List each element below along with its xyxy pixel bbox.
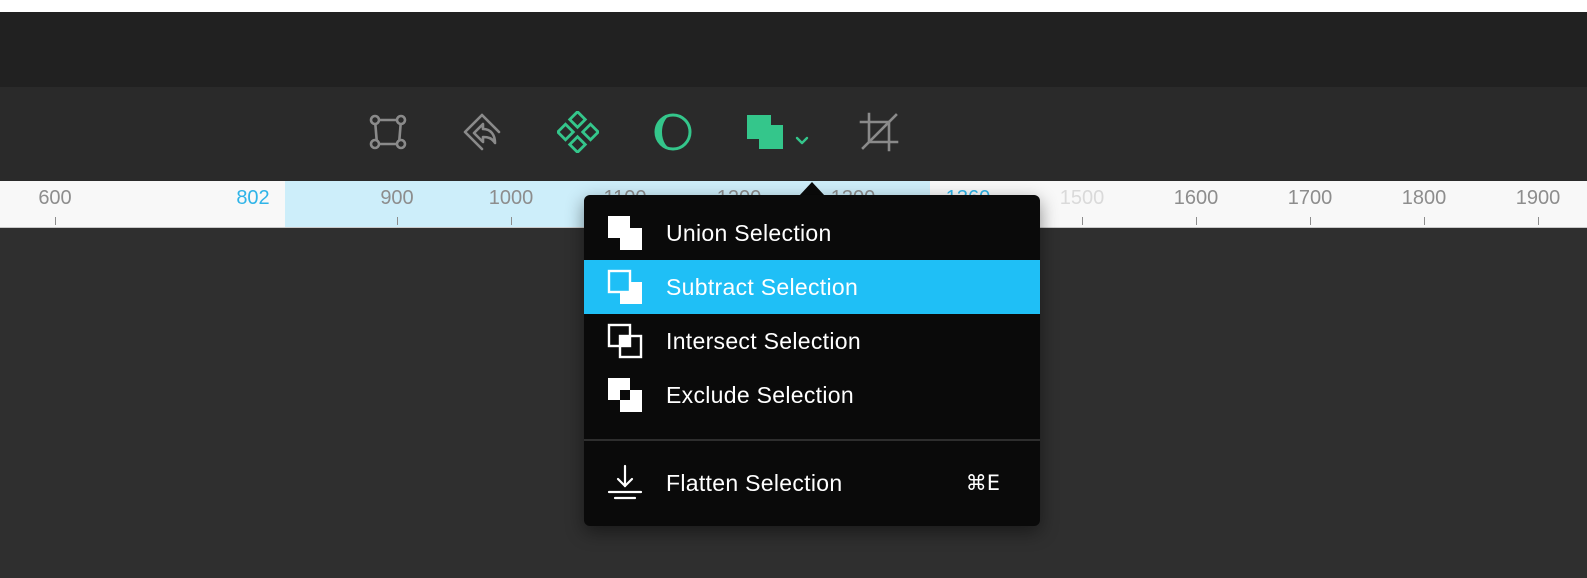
ruler-tick bbox=[1424, 217, 1425, 225]
ruler-label: 1800 bbox=[1401, 187, 1447, 209]
mask-icon bbox=[654, 113, 692, 151]
menu-caret bbox=[799, 182, 825, 196]
exclude-icon bbox=[608, 378, 642, 412]
menu-item-subtract-selection[interactable]: Subtract Selection bbox=[584, 260, 1040, 314]
boolean-operations-menu: Union Selection Subtract Selection Inter… bbox=[584, 195, 1040, 526]
chevron-down-icon[interactable] bbox=[793, 132, 811, 150]
union-icon bbox=[608, 216, 642, 250]
flip-tool-button[interactable] bbox=[460, 110, 504, 154]
component-icon bbox=[557, 111, 599, 153]
ruler-label: 1900 bbox=[1515, 187, 1561, 209]
crop-tool-button[interactable] bbox=[857, 110, 901, 154]
ruler-label: 1000 bbox=[488, 187, 534, 209]
subtract-icon bbox=[607, 269, 642, 304]
menu-item-label: Union Selection bbox=[666, 219, 832, 246]
title-bar bbox=[0, 12, 1587, 87]
ruler-label: 1600 bbox=[1173, 187, 1219, 209]
menu-divider bbox=[584, 439, 1040, 441]
ruler-label: 1700 bbox=[1287, 187, 1333, 209]
frame-tool-button[interactable] bbox=[366, 110, 410, 154]
intersect-icon bbox=[607, 323, 643, 359]
boolean-operation-icon bbox=[747, 115, 783, 149]
menu-item-flatten-selection[interactable]: Flatten Selection ⌘E bbox=[584, 456, 1040, 510]
flatten-icon bbox=[607, 464, 643, 500]
menu-item-intersect-selection[interactable]: Intersect Selection bbox=[584, 314, 1040, 368]
menu-item-exclude-selection[interactable]: Exclude Selection bbox=[584, 368, 1040, 422]
ruler-tick bbox=[1310, 217, 1311, 225]
keyboard-shortcut: ⌘E bbox=[965, 471, 1000, 495]
flip-icon bbox=[463, 113, 501, 151]
ruler-tick bbox=[397, 217, 398, 225]
boolean-operation-button[interactable] bbox=[745, 110, 817, 154]
ruler-tick bbox=[1538, 217, 1539, 225]
ruler-label: 1500 bbox=[1059, 187, 1105, 209]
menu-item-label: Exclude Selection bbox=[666, 381, 854, 408]
frame-icon bbox=[369, 114, 407, 150]
component-tool-button[interactable] bbox=[556, 110, 600, 154]
crop-icon bbox=[859, 112, 899, 152]
menu-item-label: Subtract Selection bbox=[666, 273, 859, 300]
ruler-label: 900 bbox=[380, 187, 414, 209]
menu-item-label: Flatten Selection bbox=[666, 469, 843, 496]
menu-item-label: Intersect Selection bbox=[666, 327, 861, 354]
ruler-tick bbox=[511, 217, 512, 225]
ruler-tick bbox=[1196, 217, 1197, 225]
ruler-tick bbox=[1082, 217, 1083, 225]
app-window: 600 802 900 1000 1100 1200 1300 1360 150… bbox=[0, 12, 1587, 578]
menu-item-union-selection[interactable]: Union Selection bbox=[584, 206, 1040, 260]
ruler-selection-start-label: 802 bbox=[236, 187, 270, 209]
ruler-tick bbox=[55, 217, 56, 225]
ruler-label: 600 bbox=[38, 187, 72, 209]
mask-tool-button[interactable] bbox=[651, 110, 695, 154]
